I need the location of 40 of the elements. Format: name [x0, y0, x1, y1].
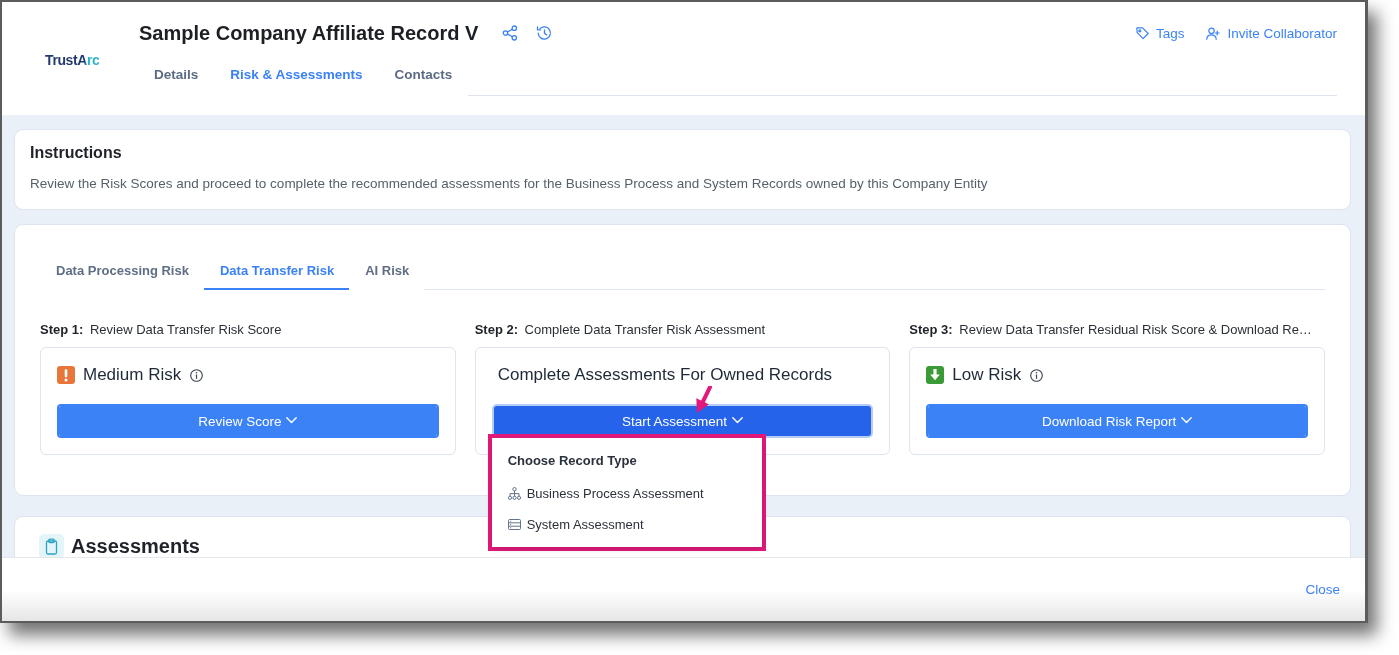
- step-label: Step 2: Complete Data Transfer Risk Assessment: [474, 322, 767, 338]
- risk-level-title: Medium Risk: [83, 365, 182, 385]
- tab[interactable]: Data Transfer Risk: [203, 252, 350, 290]
- dropdown-button[interactable]: Review Score: [57, 404, 439, 438]
- card-title: Complete Assessments For Owned Records: [497, 365, 833, 385]
- chevron-down-icon: [732, 416, 743, 424]
- instructions-text: Review the Risk Scores and proceed to complete the recommended assessments for the Business Process and System Records owned by this Company Entity: [30, 175, 989, 193]
- dropdown-button[interactable]: Download Risk Report: [926, 404, 1308, 438]
- tab[interactable]: Data Processing Risk: [40, 252, 204, 290]
- tab[interactable]: Details: [139, 52, 215, 96]
- exclamation-icon: [57, 366, 75, 384]
- step-label: Step 1: Review Data Transfer Risk Score: [40, 322, 283, 338]
- sitemap-icon: [507, 487, 521, 500]
- info-icon[interactable]: [190, 368, 204, 382]
- history-icon[interactable]: [536, 25, 553, 41]
- tags-link[interactable]: Tags: [1135, 25, 1185, 41]
- menu-item[interactable]: Business Process Assessment: [491, 478, 762, 509]
- tab[interactable]: Contacts: [378, 52, 469, 96]
- logo: TrustArc: [45, 52, 100, 68]
- annotation-arrow: [694, 386, 713, 414]
- dropdown-button[interactable]: Start Assessment: [491, 404, 874, 438]
- section-title: Instructions: [30, 143, 123, 163]
- tag-icon: [1135, 26, 1149, 40]
- invite-link[interactable]: Invite Collaborator: [1206, 25, 1337, 41]
- menu-item[interactable]: System Assessment: [491, 509, 762, 540]
- close-link[interactable]: Close: [1305, 582, 1340, 597]
- share-icon[interactable]: [502, 25, 519, 41]
- info-icon[interactable]: [1030, 368, 1044, 382]
- record-title: Sample Company Affiliate Record V: [139, 21, 479, 45]
- clipboard-icon: [39, 534, 64, 557]
- section-title: Assessments: [71, 535, 200, 557]
- risk-level-title: Low Risk: [952, 365, 1022, 385]
- tab[interactable]: AI Risk: [349, 252, 425, 290]
- chevron-down-icon: [286, 416, 298, 424]
- server-icon: [507, 519, 521, 530]
- tab[interactable]: Risk & Assessments: [214, 52, 379, 96]
- user-plus-icon: [1206, 26, 1221, 40]
- chevron-down-icon: [1181, 416, 1193, 424]
- menu-heading: Choose Record Type: [506, 453, 638, 469]
- step-label: Step 3: Review Data Transfer Residual Risk Score & Download Re…: [909, 322, 1313, 338]
